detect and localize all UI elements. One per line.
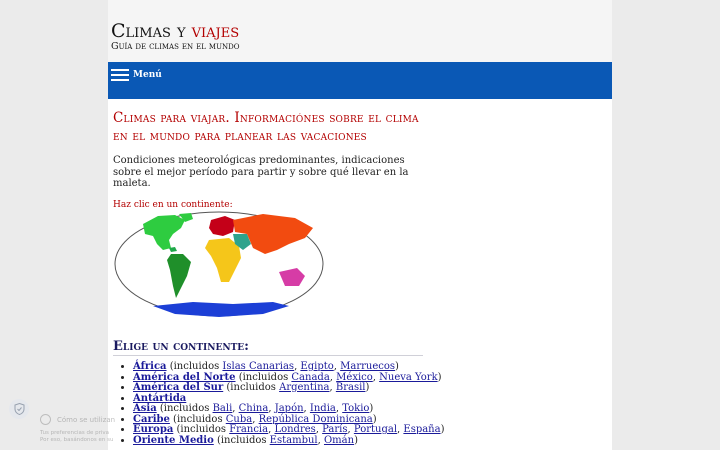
destination-link[interactable]: Francia: [229, 424, 268, 435]
continent-link[interactable]: Europa: [133, 424, 173, 435]
includes-label: (incluidos: [223, 382, 280, 393]
destination-link[interactable]: Canada: [291, 372, 329, 383]
destination-link[interactable]: México: [336, 372, 373, 383]
continent-link[interactable]: América del Sur: [133, 382, 223, 393]
cookie-notice: Cómo se utilizan Tus preferencias de pri…: [40, 414, 120, 450]
destination-link[interactable]: Londres: [274, 424, 315, 435]
includes-label: (incluidos: [173, 424, 230, 435]
cookie-line-1: Tus preferencias de priva: [40, 430, 110, 436]
continent-list: África (incluidos Islas Canarias, Egipto…: [113, 361, 453, 447]
destination-link[interactable]: India: [310, 403, 336, 414]
continent-link[interactable]: Caribe: [133, 414, 170, 425]
continent-link[interactable]: América del Norte: [133, 372, 236, 383]
destination-link[interactable]: Brasil: [336, 382, 366, 393]
includes-close: ): [365, 382, 370, 393]
includes-close: ): [372, 413, 377, 425]
menu-button[interactable]: Menú: [111, 66, 162, 84]
continent-item: Oriente Medio (incluidos Estambul, Omán): [133, 434, 453, 447]
destination-link[interactable]: Egipto: [300, 361, 333, 372]
site-title[interactable]: Climas y viajes: [111, 20, 239, 42]
destination-link[interactable]: República Dominicana: [259, 414, 373, 425]
cookie-line-2: Por eso, basándonos en su: [40, 437, 114, 443]
includes-close: ): [440, 424, 445, 435]
menu-label: Menú: [133, 70, 162, 80]
destination-link[interactable]: Estambul: [270, 435, 318, 446]
cookie-settings-button[interactable]: [9, 399, 29, 419]
includes-close: ): [395, 361, 399, 372]
site-tagline: Guía de climas en el mundo: [111, 41, 240, 52]
map-region-antarctica[interactable]: [153, 302, 289, 317]
destination-link[interactable]: Portugal: [354, 424, 397, 435]
intro-text: Condiciones meteorológicas predominantes…: [113, 155, 409, 189]
continent-link[interactable]: Asia: [133, 403, 157, 414]
destination-link[interactable]: París: [322, 424, 347, 435]
click-hint: Haz clic en un continente:: [113, 200, 233, 210]
includes-close: ): [369, 403, 374, 414]
page-title: Climas para viajar. Informaciónes sobre …: [113, 110, 419, 144]
site-header: Climas y viajes Guía de climas en el mun…: [108, 0, 612, 62]
includes-label: (incluidos: [156, 403, 213, 414]
includes-label: (incluidos: [169, 413, 226, 425]
includes-label: (incluidos: [166, 361, 223, 372]
destination-link[interactable]: Tokio: [342, 403, 369, 414]
site-title-accent: viajes: [191, 20, 240, 42]
destination-link[interactable]: Omán: [324, 435, 354, 446]
includes-label: (incluidos: [235, 371, 292, 383]
page-container: Climas y viajes Guía de climas en el mun…: [108, 0, 612, 450]
destination-link[interactable]: Bali: [213, 403, 233, 414]
hamburger-menu-icon: [111, 68, 129, 82]
destination-link[interactable]: Islas Canarias: [222, 361, 294, 372]
shield-icon: [14, 403, 24, 415]
continent-link[interactable]: Oriente Medio: [133, 435, 214, 446]
nav-bar: Menú: [108, 62, 612, 99]
cookie-heading: Cómo se utilizan: [57, 415, 116, 424]
destination-link[interactable]: Cuba: [226, 414, 252, 425]
destination-link[interactable]: Argentina: [279, 382, 329, 393]
destination-link[interactable]: Japón: [275, 403, 304, 414]
destination-link[interactable]: España: [403, 424, 440, 435]
main-content: Climas para viajar. Informaciónes sobre …: [113, 109, 423, 317]
includes-label: (incluidos: [213, 434, 270, 446]
destination-link[interactable]: China: [239, 403, 269, 414]
section-title-continents: Elige un continente:: [113, 339, 423, 356]
site-title-main: Climas y: [111, 20, 192, 42]
world-map: [114, 211, 324, 317]
continent-link[interactable]: África: [133, 361, 167, 372]
includes-close: ): [354, 434, 358, 446]
destination-link[interactable]: Marruecos: [340, 361, 395, 372]
includes-close: ): [437, 371, 442, 383]
privacy-icon: [40, 414, 51, 425]
destination-link[interactable]: Nueva York: [379, 372, 438, 383]
continent-link[interactable]: Antártida: [133, 393, 186, 404]
